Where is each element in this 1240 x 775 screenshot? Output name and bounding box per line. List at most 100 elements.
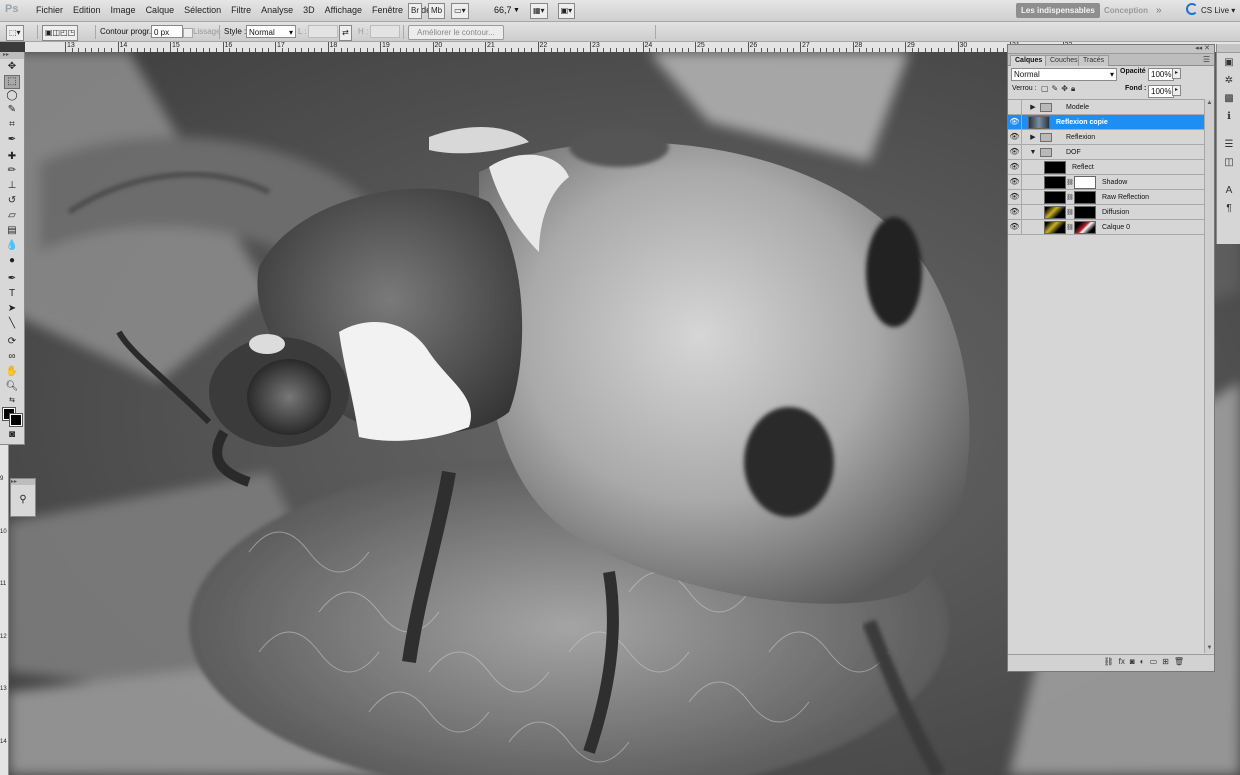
layer-row[interactable]: 👁︎ ⛓ Shadow — [1008, 175, 1204, 190]
navigator-icon[interactable]: ✲ — [1222, 74, 1236, 87]
screen-mode-button[interactable]: ▣▾ — [557, 3, 576, 19]
menu-fenetre[interactable]: Fenêtre — [367, 0, 408, 21]
history-brush-tool-icon[interactable]: ↺ — [4, 194, 20, 208]
dodge-tool-icon[interactable]: ● — [4, 254, 20, 268]
layer-mask-thumbnail[interactable] — [1074, 205, 1096, 219]
layer-list-scrollbar[interactable]: ▲ ▼ — [1204, 99, 1214, 653]
eye-icon[interactable]: 👁︎ — [1008, 160, 1022, 174]
hand-tool-icon[interactable]: ✋ — [4, 365, 20, 379]
3d-orbit-tool-icon[interactable]: ∞ — [4, 350, 20, 364]
layer-mask-thumbnail[interactable] — [1074, 220, 1096, 234]
refine-edge-button[interactable]: Améliorer le contour... — [408, 25, 504, 40]
more-workspaces-icon[interactable]: » — [1156, 0, 1162, 21]
menu-selection[interactable]: Sélection — [179, 0, 226, 21]
link-icon[interactable]: ⛓ — [1066, 209, 1074, 216]
fill-slider-button[interactable]: ▸ — [1172, 85, 1182, 96]
layer-row[interactable]: 👁︎ ▼ DOF — [1008, 145, 1204, 160]
brush-tool-icon[interactable]: ✏ — [4, 164, 20, 178]
layer-row[interactable]: 👁︎ ⛓ Diffusion — [1008, 205, 1204, 220]
blend-mode-select[interactable]: Normal ▾ — [1011, 68, 1117, 81]
layer-row[interactable]: 👁︎ Reflect — [1008, 160, 1204, 175]
layer-row[interactable]: 👁︎ Reflexion copie — [1008, 115, 1204, 130]
collapse-panel-icon[interactable]: ◂◂ ✕ — [1195, 44, 1210, 52]
tab-couches[interactable]: Couches — [1045, 55, 1083, 66]
histogram-icon[interactable]: ▩ — [1222, 92, 1236, 105]
panel-grip[interactable]: ▸▸ — [0, 52, 24, 59]
mini-bridge-button[interactable]: Mb — [428, 3, 446, 19]
expand-arrow-icon[interactable]: ▶ — [1028, 133, 1038, 141]
path-selection-tool-icon[interactable]: ➤ — [4, 302, 20, 316]
menu-image[interactable]: Image — [106, 0, 141, 21]
panel-grip[interactable]: ▸▸ — [11, 479, 35, 485]
shape-tool-icon[interactable]: ╲ — [4, 317, 20, 331]
eye-icon[interactable]: 👁︎ — [1008, 175, 1022, 189]
panel-menu-icon[interactable]: ☰ — [1203, 55, 1210, 64]
eye-icon[interactable]: 👁︎ — [1008, 220, 1022, 234]
layer-row[interactable]: 👁︎ ⛓ Raw Reflection — [1008, 190, 1204, 205]
panel-grip[interactable]: ◂◂ ✕ — [1008, 45, 1214, 54]
view-extras-button[interactable]: ▭▾ — [451, 3, 469, 19]
zoom-level[interactable]: 66,7 — [494, 0, 512, 21]
layer-row[interactable]: ▶ Modele — [1008, 100, 1204, 115]
character-icon[interactable]: A — [1222, 184, 1236, 197]
eraser-tool-icon[interactable]: ▱ — [4, 209, 20, 223]
bridge-button[interactable]: Br — [408, 3, 422, 19]
swap-dimensions-icon[interactable]: ⇄ — [339, 25, 352, 41]
menu-edition[interactable]: Edition — [68, 0, 106, 21]
quick-selection-tool-icon[interactable]: ✎ — [4, 103, 20, 117]
clone-source-icon[interactable]: ⚲ — [15, 493, 31, 507]
style-select[interactable]: Normal ▾ — [246, 25, 296, 38]
menu-3d[interactable]: 3D — [298, 0, 320, 21]
panel-grip[interactable] — [1217, 44, 1240, 53]
fill-input[interactable]: 100% — [1148, 85, 1174, 98]
eye-icon[interactable]: 👁︎ — [1008, 190, 1022, 204]
paragraph-icon[interactable]: ¶ — [1222, 202, 1236, 215]
menu-calque[interactable]: Calque — [141, 0, 180, 21]
adjustments-icon[interactable]: ☰ — [1222, 138, 1236, 151]
eyedropper-tool-icon[interactable]: ✒ — [4, 133, 20, 147]
pen-tool-icon[interactable]: ✒ — [4, 272, 20, 286]
visibility-toggle[interactable] — [1008, 100, 1022, 114]
blur-tool-icon[interactable]: 💧 — [4, 239, 20, 253]
eye-icon[interactable]: 👁︎ — [1008, 130, 1022, 144]
crop-tool-icon[interactable]: ⌗ — [4, 118, 20, 132]
lasso-tool-icon[interactable]: ◯ — [4, 89, 20, 103]
eye-icon[interactable]: 👁︎ — [1008, 205, 1022, 219]
arrange-documents-button[interactable]: ▦▾ — [530, 3, 548, 19]
3d-rotate-tool-icon[interactable]: ⟳ — [4, 335, 20, 349]
eye-icon[interactable]: 👁︎ — [1008, 145, 1022, 159]
delete-layer-icon[interactable]: 🗑︎ — [1174, 657, 1184, 666]
add-mask-icon[interactable]: ◙ — [1130, 657, 1135, 666]
rect-marquee-tool-icon[interactable]: ⬚ — [4, 75, 20, 89]
link-layers-icon[interactable]: ⛓ — [1104, 657, 1114, 666]
quick-mask-icon[interactable]: ◙ — [4, 428, 20, 442]
background-color-swatch[interactable] — [9, 413, 23, 427]
menu-affichage[interactable]: Affichage — [320, 0, 367, 21]
menu-fichier[interactable]: Fichier — [31, 0, 68, 21]
masks-icon[interactable]: ◫ — [1222, 156, 1236, 169]
zoom-tool-icon[interactable]: 🔍︎ — [4, 380, 20, 394]
link-icon[interactable]: ⛓ — [1066, 179, 1074, 186]
feather-input[interactable]: 0 px — [151, 25, 183, 38]
link-icon[interactable]: ⛓ — [1066, 194, 1074, 201]
swap-colors-icon[interactable]: ⇆ — [4, 394, 20, 408]
width-input[interactable] — [308, 25, 338, 38]
layer-mask-thumbnail[interactable] — [1074, 175, 1096, 189]
link-icon[interactable]: ⛓ — [1066, 224, 1074, 231]
height-input[interactable] — [370, 25, 400, 38]
layer-row[interactable]: 👁︎ ▶ Reflexion — [1008, 130, 1204, 145]
layer-row[interactable]: 👁︎ ⛓ Calque 0 — [1008, 220, 1204, 235]
opacity-input[interactable]: 100% — [1148, 68, 1174, 81]
workspace-design[interactable]: Conception — [1104, 0, 1148, 21]
opacity-slider-button[interactable]: ▸ — [1172, 68, 1182, 79]
eye-icon[interactable]: 👁︎ — [1008, 115, 1022, 129]
scroll-down-icon[interactable]: ▼ — [1206, 645, 1213, 652]
mini-bridge-icon[interactable]: ▣ — [1222, 56, 1236, 69]
menu-analyse[interactable]: Analyse — [256, 0, 298, 21]
tab-traces[interactable]: Tracés — [1078, 55, 1110, 66]
layer-mask-thumbnail[interactable] — [1074, 190, 1096, 204]
workspace-essentials[interactable]: Les indispensables — [1016, 3, 1100, 18]
move-tool-icon[interactable]: ✥ — [4, 60, 20, 74]
new-group-icon[interactable]: ▭ — [1150, 657, 1158, 666]
spot-healing-tool-icon[interactable]: ✚ — [4, 150, 20, 164]
